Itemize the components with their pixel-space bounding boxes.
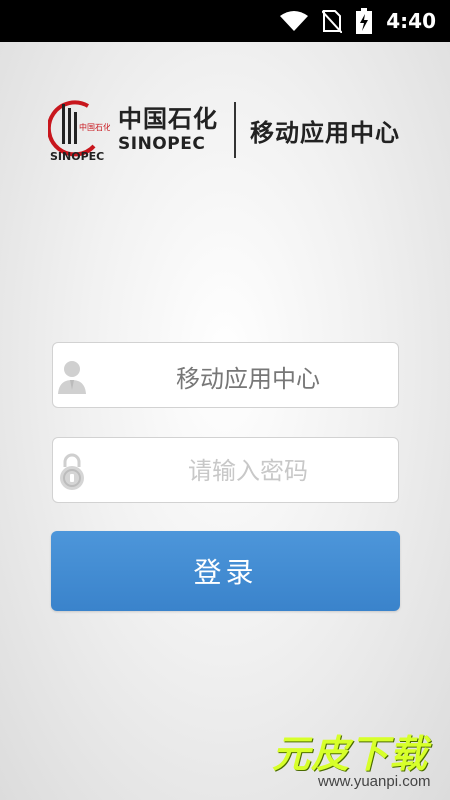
username-input[interactable]: [113, 351, 383, 401]
battery-charging-icon: [356, 8, 373, 34]
username-field[interactable]: [52, 342, 399, 408]
password-input[interactable]: [113, 446, 383, 496]
watermark: 元皮下载 www.yuanpi.com: [264, 723, 444, 793]
sinopec-logo: 中国石化 SINOPEC: [48, 100, 110, 162]
watermark-title: 元皮下载: [272, 732, 429, 776]
svg-text:SINOPEC: SINOPEC: [50, 150, 104, 162]
no-sim-icon: [322, 10, 343, 33]
company-name-cn: 中国石化: [118, 105, 218, 133]
user-icon: [58, 361, 86, 394]
clock: 4:40: [386, 9, 436, 33]
app-title: 移动应用中心: [250, 118, 400, 147]
password-field[interactable]: [52, 437, 399, 503]
brand-divider: [234, 102, 236, 158]
lock-icon: [60, 453, 84, 490]
brand-header: 中国石化 SINOPEC 中国石化 SINOPEC 移动应用中心: [48, 98, 400, 162]
company-name-en: SINOPEC: [118, 134, 206, 154]
watermark-url: www.yuanpi.com: [318, 773, 431, 790]
svg-text:中国石化: 中国石化: [79, 122, 110, 132]
login-button[interactable]: 登录: [51, 531, 400, 611]
wifi-icon: [280, 11, 309, 31]
status-bar: 4:40: [0, 0, 450, 42]
